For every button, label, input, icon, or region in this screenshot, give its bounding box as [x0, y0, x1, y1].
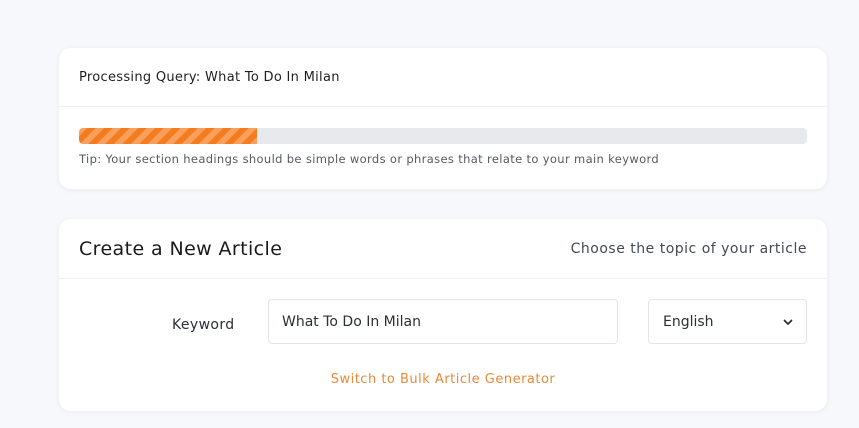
tip-text: Tip: Your section headings should be sim…	[79, 152, 660, 166]
chevron-down-icon	[783, 319, 793, 325]
keyword-label: Keyword	[172, 317, 235, 333]
progress-bar	[79, 128, 807, 144]
language-selected-value: English	[663, 313, 714, 330]
progress-card: Processing Query: What To Do In Milan Ti…	[59, 48, 827, 189]
create-article-card: Create a New Article Choose the topic of…	[59, 219, 827, 411]
switch-bulk-generator-link[interactable]: Switch to Bulk Article Generator	[59, 372, 827, 387]
progress-title: Processing Query: What To Do In Milan	[59, 48, 827, 107]
article-card-header: Create a New Article Choose the topic of…	[59, 219, 827, 279]
article-subtitle: Choose the topic of your article	[570, 240, 807, 257]
page-title: Create a New Article	[79, 237, 283, 260]
keyword-input[interactable]	[268, 299, 618, 344]
language-select[interactable]: English	[648, 299, 807, 344]
progress-bar-fill	[79, 128, 258, 144]
